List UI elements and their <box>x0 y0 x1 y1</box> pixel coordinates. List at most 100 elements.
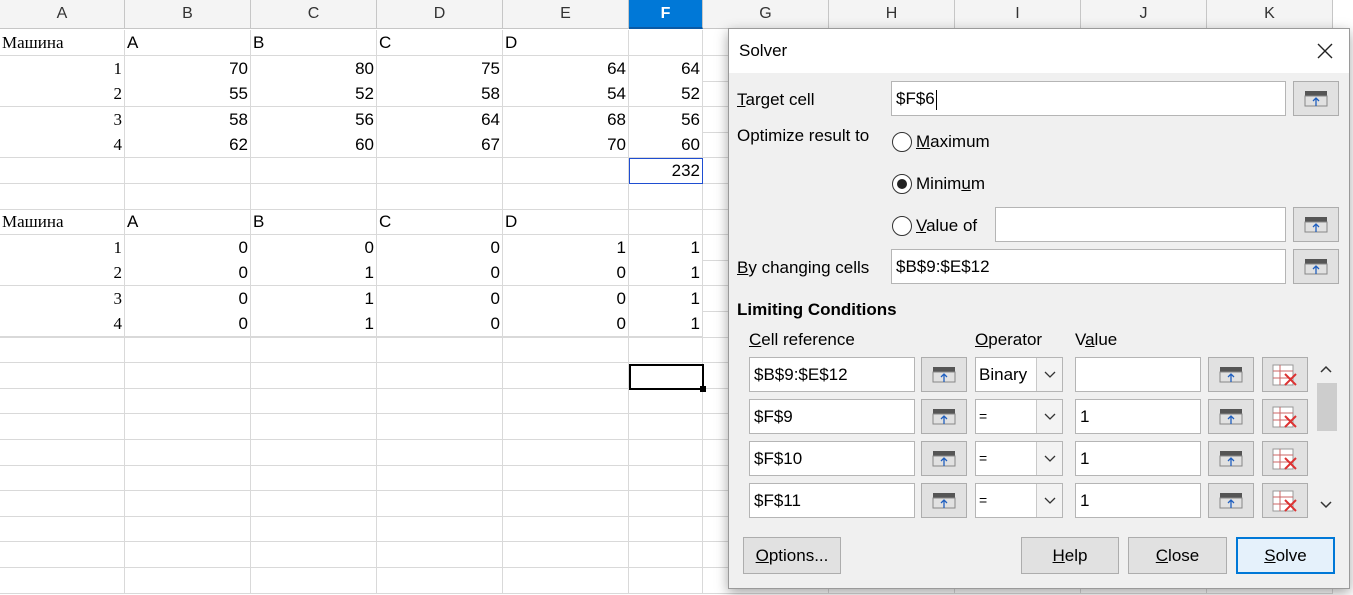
grid-cell[interactable] <box>251 516 377 542</box>
cell-header-d-2[interactable]: D <box>503 209 629 235</box>
grid-cell[interactable] <box>629 184 703 210</box>
column-header-b[interactable]: B <box>125 0 251 29</box>
grid-cell[interactable] <box>251 568 377 594</box>
grid-cell[interactable] <box>251 184 377 210</box>
table-cell[interactable]: 75 <box>377 55 503 82</box>
condition-cell-reference-input[interactable]: $F$10 <box>749 441 915 476</box>
table-cell[interactable]: 2 <box>0 81 125 108</box>
condition-cell-shrink-button[interactable] <box>921 441 967 476</box>
target-cell-input[interactable]: $F$6 <box>891 81 1286 116</box>
grid-cell[interactable] <box>125 184 251 210</box>
grid-cell[interactable] <box>503 337 629 363</box>
table-cell[interactable]: 54 <box>503 81 629 108</box>
radio-maximum[interactable] <box>892 132 912 152</box>
column-header-k[interactable]: K <box>1207 0 1333 29</box>
grid-cell[interactable] <box>503 388 629 414</box>
table-cell[interactable]: 0 <box>503 260 629 287</box>
grid-cell[interactable] <box>251 388 377 414</box>
grid-cell[interactable] <box>377 516 503 542</box>
grid-cell[interactable] <box>125 542 251 568</box>
scroll-down-icon[interactable] <box>1315 495 1337 515</box>
table-cell[interactable]: 58 <box>125 106 251 133</box>
condition-value-input[interactable] <box>1075 357 1201 392</box>
table-cell[interactable]: 1 <box>251 311 377 338</box>
table-cell[interactable]: 1 <box>251 285 377 312</box>
column-header-c[interactable]: C <box>251 0 377 29</box>
grid-cell[interactable] <box>125 388 251 414</box>
scroll-thumb[interactable] <box>1317 383 1337 431</box>
cell-header-machine-2[interactable]: Машина <box>0 209 125 235</box>
grid-cell[interactable] <box>503 516 629 542</box>
grid-cell[interactable] <box>503 542 629 568</box>
grid-cell[interactable] <box>0 440 125 466</box>
grid-cell[interactable] <box>125 158 251 184</box>
condition-value-shrink-button[interactable] <box>1208 357 1254 392</box>
table-cell[interactable]: 56 <box>251 106 377 133</box>
table-cell[interactable]: 70 <box>503 132 629 159</box>
table-cell[interactable]: 3 <box>0 106 125 133</box>
grid-cell[interactable] <box>377 542 503 568</box>
grid-cell[interactable] <box>0 414 125 440</box>
cell-header-a-2[interactable]: A <box>125 209 251 235</box>
cell-header-d[interactable]: D <box>503 30 629 56</box>
help-button[interactable]: Help <box>1021 537 1119 574</box>
grid-cell[interactable] <box>503 414 629 440</box>
grid-cell[interactable] <box>629 30 703 56</box>
grid-cell[interactable] <box>0 363 125 389</box>
grid-cell[interactable] <box>377 388 503 414</box>
table-cell[interactable]: 52 <box>251 81 377 108</box>
grid-cell[interactable] <box>251 414 377 440</box>
column-header-i[interactable]: I <box>955 0 1081 29</box>
value-of-input[interactable] <box>995 207 1286 242</box>
operator-dropdown-arrow[interactable] <box>1036 400 1062 433</box>
value-of-shrink-button[interactable] <box>1293 207 1339 242</box>
radio-value-of-label[interactable]: Value of <box>916 216 977 236</box>
column-header-d[interactable]: D <box>377 0 503 29</box>
grid-cell[interactable] <box>377 414 503 440</box>
cell-header-c[interactable]: C <box>377 30 503 56</box>
table-cell[interactable]: 1 <box>503 234 629 261</box>
table-cell[interactable]: 0 <box>377 260 503 287</box>
changing-cells-input[interactable]: $B$9:$E$12 <box>891 249 1286 284</box>
condition-operator-select[interactable]: = <box>975 441 1063 476</box>
table-cell[interactable]: 4 <box>0 311 125 338</box>
condition-value-shrink-button[interactable] <box>1208 399 1254 434</box>
grid-cell[interactable] <box>629 388 703 414</box>
table-cell[interactable]: 68 <box>503 106 629 133</box>
condition-cell-shrink-button[interactable] <box>921 357 967 392</box>
grid-cell[interactable] <box>125 440 251 466</box>
grid-cell[interactable] <box>503 465 629 491</box>
condition-value-input[interactable]: 1 <box>1075 483 1201 518</box>
grid-cell[interactable] <box>251 337 377 363</box>
grid-cell[interactable] <box>629 337 703 363</box>
options-button[interactable]: Options... <box>743 537 841 574</box>
grid-cell[interactable] <box>251 158 377 184</box>
conditions-scrollbar[interactable] <box>1315 357 1337 515</box>
grid-cell[interactable] <box>0 388 125 414</box>
grid-cell[interactable] <box>125 491 251 517</box>
cell-header-b-2[interactable]: B <box>251 209 377 235</box>
column-header-j[interactable]: J <box>1081 0 1207 29</box>
grid-cell[interactable] <box>377 465 503 491</box>
table-cell[interactable]: 4 <box>0 132 125 159</box>
grid-cell[interactable] <box>125 363 251 389</box>
table-cell[interactable]: 80 <box>251 55 377 82</box>
target-cell-shrink-button[interactable] <box>1293 81 1339 116</box>
table-cell[interactable]: 3 <box>0 285 125 312</box>
table-cell[interactable]: 52 <box>629 81 703 108</box>
operator-dropdown-arrow[interactable] <box>1036 358 1062 391</box>
grid-cell[interactable] <box>503 568 629 594</box>
grid-cell[interactable] <box>377 568 503 594</box>
radio-value-of[interactable] <box>892 216 912 236</box>
condition-operator-select[interactable]: Binary <box>975 357 1063 392</box>
grid-cell[interactable] <box>629 363 703 389</box>
condition-value-shrink-button[interactable] <box>1208 483 1254 518</box>
table-cell[interactable]: 0 <box>377 285 503 312</box>
grid-cell[interactable] <box>0 465 125 491</box>
dialog-titlebar[interactable]: Solver <box>729 29 1349 73</box>
table-cell[interactable]: 1 <box>0 234 125 261</box>
table-cell[interactable]: 60 <box>251 132 377 159</box>
grid-cell[interactable] <box>0 158 125 184</box>
grid-cell[interactable] <box>377 440 503 466</box>
column-header-f[interactable]: F <box>629 0 703 29</box>
